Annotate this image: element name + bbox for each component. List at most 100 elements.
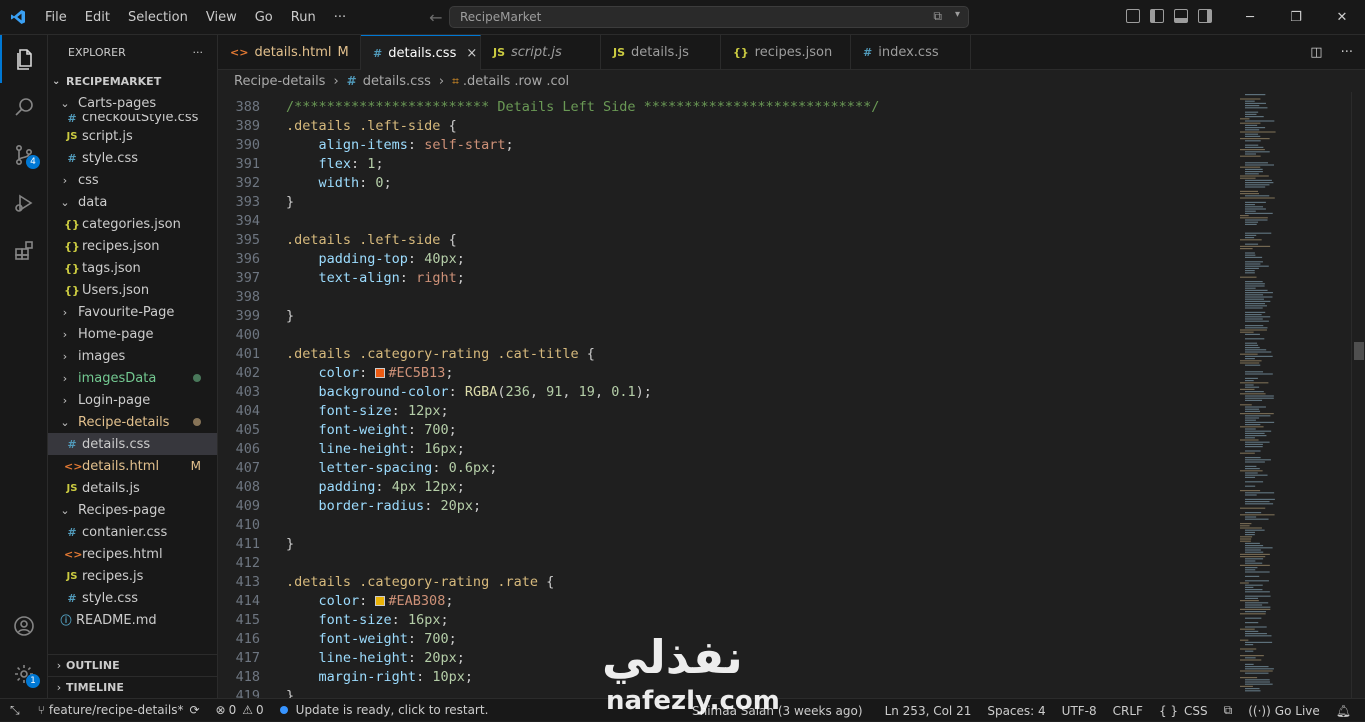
cursor-position[interactable]: Ln 253, Col 21 xyxy=(877,704,980,718)
code-token: ; xyxy=(445,365,454,381)
command-center[interactable]: RecipeMarket ⧉ ▾ xyxy=(449,6,969,28)
warning-count: 0 xyxy=(256,703,264,717)
editor-tab[interactable]: # details.css × xyxy=(361,35,481,70)
line-number: 411 xyxy=(235,536,260,552)
breadcrumb-file[interactable]: details.css xyxy=(363,74,431,89)
code-token: : xyxy=(407,137,425,153)
notifications-bell-icon[interactable]: 🔔︎ xyxy=(1328,704,1359,718)
file-item[interactable]: {} Users.json xyxy=(48,279,217,301)
code-text: } xyxy=(286,193,294,212)
toggle-panel-icon[interactable] xyxy=(1174,9,1188,23)
minimize-icon[interactable]: ─ xyxy=(1227,10,1273,25)
copilot-icon[interactable]: ⧉ xyxy=(933,9,942,24)
code-token: 16px xyxy=(407,612,441,628)
file-item[interactable]: # style.css xyxy=(48,587,217,609)
extensions-icon[interactable] xyxy=(0,227,48,275)
folder-item[interactable]: ⌄ data xyxy=(48,191,217,213)
search-icon[interactable] xyxy=(0,83,48,131)
file-item[interactable]: # contanier.css xyxy=(48,521,217,543)
language-mode[interactable]: { } CSS xyxy=(1151,704,1216,718)
folder-item[interactable]: › imagesData xyxy=(48,367,217,389)
toggle-secondary-sidebar-icon[interactable] xyxy=(1198,9,1212,23)
settings-gear-icon[interactable]: 1 xyxy=(0,650,48,698)
toggle-primary-sidebar-icon[interactable] xyxy=(1150,9,1164,23)
file-item[interactable]: JS recipes.js xyxy=(48,565,217,587)
go-live[interactable]: ((·)) Go Live xyxy=(1240,704,1328,718)
file-item[interactable]: <> recipes.html xyxy=(48,543,217,565)
file-item[interactable]: JS details.js xyxy=(48,477,217,499)
accounts-icon[interactable] xyxy=(0,602,48,650)
editor-tab[interactable]: {} recipes.json xyxy=(721,35,851,70)
file-item[interactable]: {} recipes.json xyxy=(48,235,217,257)
minimap[interactable] xyxy=(1238,92,1353,698)
file-item[interactable]: # details.css xyxy=(48,433,217,455)
more-actions-icon[interactable]: ··· xyxy=(1341,45,1353,60)
code-text: margin-right: 10px; xyxy=(286,668,473,687)
menu-file[interactable]: File xyxy=(36,10,76,25)
activity-bar: 4 1 xyxy=(0,35,48,698)
color-swatch-icon[interactable] xyxy=(375,596,386,606)
code-editor[interactable]: 388 /************************ Details Lef… xyxy=(218,92,1238,698)
file-item[interactable]: {} categories.json xyxy=(48,213,217,235)
folder-item[interactable]: › images xyxy=(48,345,217,367)
run-debug-icon[interactable] xyxy=(0,179,48,227)
encoding[interactable]: UTF-8 xyxy=(1054,704,1105,718)
tab-close-icon[interactable]: × xyxy=(466,46,477,61)
editor-tab[interactable]: JS script.js xyxy=(481,35,601,70)
error-icon: ⊗ xyxy=(215,703,226,717)
customize-layout-icon[interactable] xyxy=(1126,9,1140,23)
file-item[interactable]: # style.css xyxy=(48,147,217,169)
file-item[interactable]: # checkoutStyle.css xyxy=(48,114,217,125)
scrollbar-thumb[interactable] xyxy=(1354,342,1364,360)
folder-item[interactable]: › Login-page xyxy=(48,389,217,411)
split-editor-icon[interactable]: ◫ xyxy=(1310,45,1322,60)
editor-tab[interactable]: JS details.js xyxy=(601,35,721,70)
file-item[interactable]: ⓘ README.md xyxy=(48,609,217,631)
explorer-more-icon[interactable]: ··· xyxy=(193,46,204,59)
file-item[interactable]: JS script.js xyxy=(48,125,217,147)
menu-more[interactable]: ··· xyxy=(325,10,355,25)
tree-item-label: script.js xyxy=(82,128,133,144)
folder-item[interactable]: › Favourite-Page xyxy=(48,301,217,323)
update-status[interactable]: Update is ready, click to restart. xyxy=(272,703,497,717)
menu-selection[interactable]: Selection xyxy=(119,10,197,25)
breadcrumb-symbol[interactable]: .details .row .col xyxy=(463,74,569,89)
restore-icon[interactable]: ❐ xyxy=(1273,10,1319,25)
back-arrow-icon[interactable]: ← xyxy=(429,8,442,27)
folder-item[interactable]: ⌄ Recipe-details xyxy=(48,411,217,433)
indentation[interactable]: Spaces: 4 xyxy=(979,704,1053,718)
file-item[interactable]: {} tags.json xyxy=(48,257,217,279)
breadcrumb-folder[interactable]: Recipe-details xyxy=(234,74,325,89)
folder-item[interactable]: ⌄ Carts-pages xyxy=(48,92,217,114)
code-text: .details .left-side { xyxy=(286,117,457,136)
menu-go[interactable]: Go xyxy=(246,10,282,25)
remote-icon[interactable]: ⤡ xyxy=(0,703,30,718)
file-item[interactable]: <> details.html M xyxy=(48,455,217,477)
chevron-down-icon[interactable]: ▾ xyxy=(955,9,960,20)
code-token: 16px xyxy=(424,441,457,457)
end-of-line[interactable]: CRLF xyxy=(1105,704,1151,718)
explorer-icon[interactable] xyxy=(0,35,48,83)
timeline-section[interactable]: › TIMELINE xyxy=(48,676,218,698)
git-status-dot-icon xyxy=(193,374,201,382)
menu-edit[interactable]: Edit xyxy=(76,10,119,25)
menu-view[interactable]: View xyxy=(197,10,246,25)
code-text: border-radius: 20px; xyxy=(286,497,482,516)
source-control-icon[interactable]: 4 xyxy=(0,131,48,179)
outline-section[interactable]: › OUTLINE xyxy=(48,654,218,676)
editor-tab[interactable]: <> details.html M xyxy=(218,35,361,70)
problems-status[interactable]: ⊗ 0 ⚠ 0 xyxy=(208,703,272,717)
tree-item-label: README.md xyxy=(76,612,157,628)
menu-run[interactable]: Run xyxy=(282,10,325,25)
branch-status[interactable]: ⑂ feature/recipe-details* ⟳ xyxy=(30,703,208,717)
workspace-root[interactable]: ⌄ RECIPEMARKET xyxy=(48,70,217,92)
folder-item[interactable]: › Home-page xyxy=(48,323,217,345)
folder-item[interactable]: ⌄ Recipes-page xyxy=(48,499,217,521)
editor-tab[interactable]: # index.css xyxy=(851,35,971,70)
git-status-dot-icon xyxy=(193,418,201,426)
copilot-status-icon[interactable]: ⧉ xyxy=(1216,703,1241,718)
editor-scrollbar[interactable] xyxy=(1351,92,1365,698)
color-swatch-icon[interactable] xyxy=(375,368,386,378)
folder-item[interactable]: › css xyxy=(48,169,217,191)
close-window-icon[interactable]: ✕ xyxy=(1319,10,1365,25)
